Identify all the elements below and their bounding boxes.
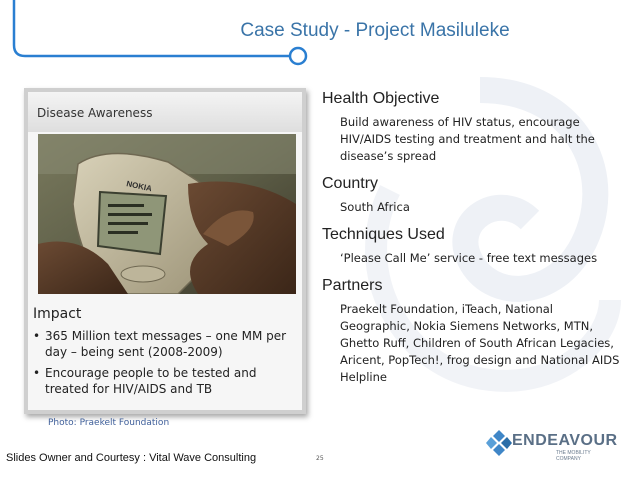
- page-number: 25: [316, 455, 324, 462]
- bullet-icon: •: [33, 329, 41, 343]
- section-heading: Health Objective: [322, 90, 440, 107]
- section-body: Praekelt Foundation, iTeach, National Ge…: [340, 302, 620, 384]
- impact-bullet-text: 365 Million text messages – one MM per d…: [45, 329, 287, 359]
- section-body: South Africa: [340, 200, 410, 214]
- logo-word: ENDEAVOUR: [512, 432, 618, 449]
- footer-credit: Slides Owner and Courtesy : Vital Wave C…: [6, 452, 257, 464]
- details-column: Health Objective Build awareness of HIV …: [322, 90, 622, 396]
- section-heading: Techniques Used: [322, 226, 445, 243]
- panel-label: Disease Awareness: [37, 106, 153, 120]
- slide: Case Study - Project Masiluleke Disease …: [0, 0, 638, 479]
- endeavour-logo-icon: [486, 430, 512, 456]
- impact-bullet-text: Encourage people to be tested and treate…: [45, 366, 257, 396]
- section-techniques: Techniques Used ‘Please Call Me’ service…: [322, 226, 622, 267]
- slide-title: Case Study - Project Masiluleke: [240, 20, 510, 41]
- section-heading: Country: [322, 175, 379, 192]
- section-partners: Partners Praekelt Foundation, iTeach, Na…: [322, 277, 622, 386]
- endeavour-logo: ENDEAVOUR THE MOBILITY COMPANY: [486, 428, 618, 462]
- section-health-objective: Health Objective Build awareness of HIV …: [322, 90, 622, 165]
- panel-header-band: Disease Awareness: [28, 92, 302, 132]
- bullet-icon: •: [33, 366, 41, 380]
- case-panel-inner: Disease Awareness NOKIA Impact • 365 Mil…: [28, 92, 302, 410]
- impact-title: Impact: [33, 306, 82, 322]
- photo-credit: Photo: Praekelt Foundation: [48, 418, 170, 428]
- section-country: Country South Africa: [322, 175, 622, 216]
- logo-tagline: THE MOBILITY COMPANY: [556, 450, 591, 462]
- impact-list: • 365 Million text messages – one MM per…: [32, 328, 297, 402]
- section-body: ‘Please Call Me’ service - free text mes…: [340, 251, 598, 265]
- case-panel: Disease Awareness NOKIA Impact • 365 Mil…: [24, 88, 306, 414]
- list-item: • 365 Million text messages – one MM per…: [32, 328, 297, 360]
- section-body: Build awareness of HIV status, encourage…: [340, 115, 595, 163]
- phone-photo: NOKIA: [38, 134, 296, 294]
- list-item: • Encourage people to be tested and trea…: [32, 365, 297, 397]
- section-heading: Partners: [322, 277, 383, 294]
